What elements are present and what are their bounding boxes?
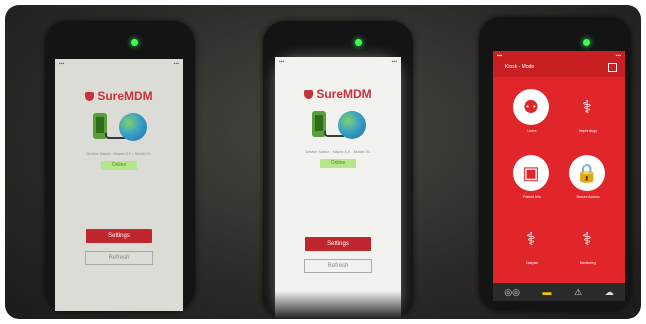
device-3-screen: ▪▪▪ ▪▪▪ Kiosk - Mode ⚉ Users ⚕ Nephrology… — [493, 51, 625, 301]
status-led — [583, 39, 590, 46]
tile-label: Nephrology — [579, 129, 597, 133]
photo-frame: ▪▪▪ ▪▪▪ SureMDM Device Name : Nazra 4.0 -… — [5, 5, 641, 319]
tile-label: Users — [527, 129, 537, 133]
glasses-icon[interactable]: ◎◎ — [504, 287, 520, 298]
connection-graphic — [308, 109, 368, 141]
tile-label: Dialysis — [525, 261, 539, 265]
device-3: ▪▪▪ ▪▪▪ Kiosk - Mode ⚉ Users ⚕ Nephrology… — [479, 17, 631, 311]
app-tile[interactable]: ⚉ Users — [509, 89, 555, 147]
shield-icon — [304, 90, 314, 99]
status-badge: Online — [320, 159, 356, 168]
shield-icon — [85, 92, 95, 101]
app-header: ▪▪▪ ▪▪▪ Kiosk - Mode — [493, 51, 625, 77]
status-bar: ▪▪▪ ▪▪▪ — [497, 53, 621, 59]
brand-logo: SureMDM — [275, 87, 401, 101]
refresh-button[interactable]: Refresh — [85, 251, 153, 265]
kidneys-icon: ⚕ — [582, 96, 592, 117]
tile-label: Monitoring — [579, 261, 597, 265]
status-led — [355, 39, 362, 46]
status-bar: ▪▪▪ ▪▪▪ — [279, 59, 397, 65]
settings-icon[interactable] — [608, 63, 617, 72]
device-1: ▪▪▪ ▪▪▪ SureMDM Device Name : Nazra 4.0 -… — [45, 21, 195, 311]
globe-icon — [119, 113, 147, 141]
header-title: Kiosk - Mode — [505, 64, 535, 70]
tile-label: Secure Access — [576, 195, 600, 199]
device-info: Device Name : Nazra 4.0 - Model XL — [86, 151, 152, 156]
refresh-button[interactable]: Refresh — [304, 259, 372, 273]
device-1-screen: ▪▪▪ ▪▪▪ SureMDM Device Name : Nazra 4.0 -… — [55, 59, 183, 311]
app-tile[interactable]: 🔒 Secure Access — [565, 155, 611, 213]
brand-logo: SureMDM — [55, 89, 183, 103]
device-info: Device Name : Nazra 4.0 - Model XL — [305, 149, 371, 154]
app-tile[interactable]: ⚕ Dialysis — [509, 221, 555, 279]
device-2: ▪▪▪ ▪▪▪ SureMDM Device Name : Nazra 4.0 -… — [263, 21, 413, 319]
status-bar: ▪▪▪ ▪▪▪ — [59, 61, 179, 67]
connection-graphic — [89, 111, 149, 143]
kidneys-icon: ⚕ — [526, 228, 536, 249]
settings-button[interactable]: Settings — [305, 237, 371, 251]
screen-shadow — [275, 291, 401, 319]
bottom-toolbar: ◎◎ ▬ ⚠ ☁ — [493, 283, 625, 301]
app-tile[interactable]: ⚕ Monitoring — [565, 221, 611, 279]
lock-icon: 🔒 — [569, 155, 605, 191]
status-led — [131, 39, 138, 46]
cloud-icon[interactable]: ☁ — [605, 287, 614, 298]
id-card-icon: ▣ — [513, 155, 549, 191]
settings-button[interactable]: Settings — [86, 229, 152, 243]
device-2-screen: ▪▪▪ ▪▪▪ SureMDM Device Name : Nazra 4.0 -… — [275, 57, 401, 319]
status-badge: Online — [101, 161, 137, 170]
globe-icon — [338, 111, 366, 139]
battery-icon: ▬ — [542, 287, 552, 297]
app-tile[interactable]: ▣ Patient Info — [509, 155, 555, 213]
people-icon: ⚉ — [513, 89, 549, 125]
kidneys-icon: ⚕ — [582, 228, 592, 249]
tile-label: Patient Info — [523, 195, 541, 199]
app-tile[interactable]: ⚕ Nephrology — [565, 89, 611, 147]
warning-icon[interactable]: ⚠ — [574, 287, 582, 298]
